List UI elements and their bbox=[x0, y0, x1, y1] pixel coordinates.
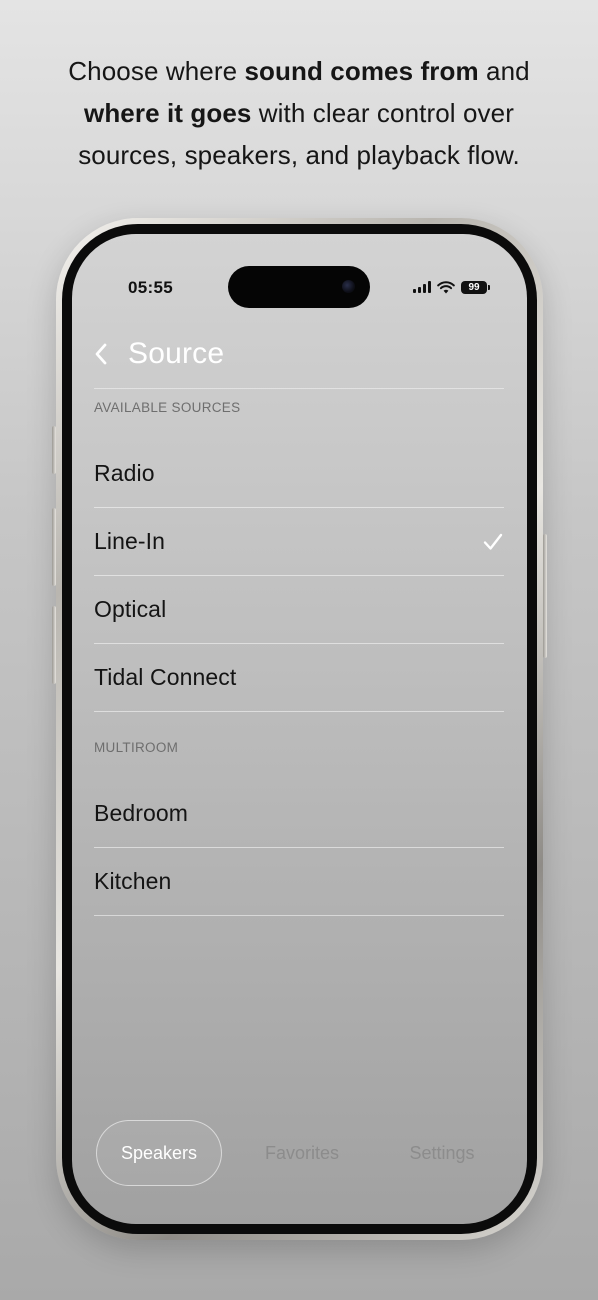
source-item-line-in[interactable]: Line-In bbox=[94, 508, 504, 576]
multiroom-item-bedroom[interactable]: Bedroom bbox=[94, 780, 504, 848]
list-item-label: Line-In bbox=[94, 528, 166, 554]
phone-screen: 05:55 99 Source AVAILABLE SOURCES Radio … bbox=[72, 234, 527, 1224]
volume-up-button bbox=[52, 508, 56, 586]
list-item-label: Radio bbox=[94, 460, 155, 486]
tab-speakers[interactable]: Speakers bbox=[96, 1120, 222, 1186]
section-label-multiroom: MULTIROOM bbox=[94, 740, 179, 755]
tab-favorites[interactable]: Favorites bbox=[236, 1120, 368, 1186]
action-button bbox=[52, 426, 56, 474]
camera-lens-icon bbox=[342, 280, 355, 293]
tab-bar: Speakers Favorites Settings bbox=[96, 1120, 506, 1186]
headline-line-2: where it goes with clear control over bbox=[0, 92, 598, 134]
source-item-optical[interactable]: Optical bbox=[94, 576, 504, 644]
source-item-radio[interactable]: Radio bbox=[94, 440, 504, 508]
list-item-label: Optical bbox=[94, 596, 167, 622]
list-item-label: Kitchen bbox=[94, 868, 172, 894]
cellular-signal-icon bbox=[413, 281, 431, 293]
source-item-tidal-connect[interactable]: Tidal Connect bbox=[94, 644, 504, 712]
headline-text: and bbox=[478, 56, 530, 86]
wifi-icon bbox=[437, 280, 455, 293]
volume-down-button bbox=[52, 606, 56, 684]
multiroom-item-kitchen[interactable]: Kitchen bbox=[94, 848, 504, 916]
section-label-available-sources: AVAILABLE SOURCES bbox=[94, 400, 241, 415]
status-icons: 99 bbox=[413, 278, 490, 296]
headline-bold-text: sound comes from bbox=[244, 56, 479, 86]
checkmark-icon bbox=[482, 531, 504, 553]
phone-frame: 05:55 99 Source AVAILABLE SOURCES Radio … bbox=[52, 218, 547, 1240]
promo-headline: Choose where sound comes from and where … bbox=[0, 50, 598, 176]
battery-icon: 99 bbox=[461, 280, 490, 294]
nav-header: Source bbox=[94, 320, 504, 389]
headline-text: with clear control over bbox=[251, 98, 514, 128]
list-item-label: Bedroom bbox=[94, 800, 189, 826]
back-button[interactable] bbox=[94, 339, 116, 369]
power-button bbox=[543, 534, 547, 658]
dynamic-island bbox=[228, 266, 370, 308]
chevron-left-icon bbox=[95, 343, 107, 365]
headline-line-1: Choose where sound comes from and bbox=[0, 50, 598, 92]
headline-text: Choose where bbox=[68, 56, 245, 86]
status-time: 05:55 bbox=[128, 278, 173, 297]
headline-bold-text: where it goes bbox=[84, 98, 252, 128]
list-item-label: Tidal Connect bbox=[94, 664, 237, 690]
tab-settings[interactable]: Settings bbox=[380, 1120, 504, 1186]
page-title: Source bbox=[128, 337, 225, 370]
headline-line-3: sources, speakers, and playback flow. bbox=[78, 140, 520, 170]
